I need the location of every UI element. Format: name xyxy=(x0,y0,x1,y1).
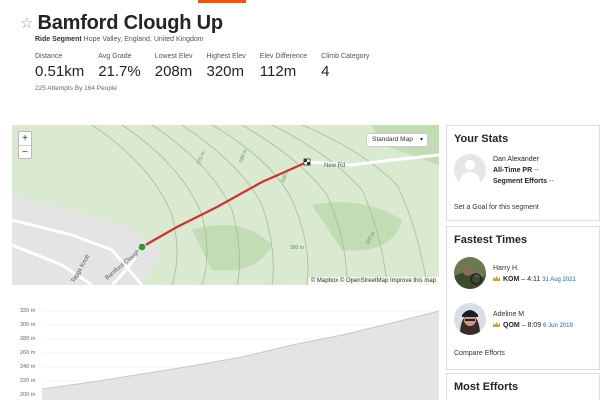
stat-highest-elev: Highest Elev 320m xyxy=(207,53,246,80)
map-canvas: New Rd Bamford Clough Taggs Knoll 270 m … xyxy=(12,125,439,285)
stat-value: 320m xyxy=(206,63,245,80)
map-attribution[interactable]: © Mapbox © OpenStreetMap Improve this ma… xyxy=(307,277,439,285)
pr-line: All-Time PR -- xyxy=(493,167,539,174)
elevation-tick-label: 280 m xyxy=(20,336,36,342)
stat-label: Distance xyxy=(35,53,63,60)
stat-label: Elev Difference xyxy=(259,53,308,60)
segment-stats: Distance 0.51km Avg Grade 21.7% Lowest E… xyxy=(35,53,383,80)
segment-map[interactable]: New Rd Bamford Clough Taggs Knoll 270 m … xyxy=(12,125,439,285)
fastest-times-title: Fastest Times xyxy=(454,234,528,246)
elevation-tick-label: 220 m xyxy=(20,378,36,384)
leader-name[interactable]: Harry H. xyxy=(493,265,519,272)
leader-time[interactable]: 4:11 xyxy=(527,276,540,283)
segment-type: Ride Segment xyxy=(35,36,82,43)
stat-label: Highest Elev xyxy=(206,53,246,60)
stat-value: 21.7% xyxy=(98,63,141,80)
stat-label: Avg Grade xyxy=(98,53,132,60)
efforts-line: Segment Efforts -- xyxy=(493,178,554,185)
contour-label: 300 m xyxy=(290,245,304,251)
crown-icon xyxy=(493,322,500,327)
attempts-count: 225 Attempts By 164 People xyxy=(35,85,118,92)
map-type-select[interactable]: Standard Map ▾ xyxy=(366,133,428,147)
kom-badge: KOM xyxy=(503,276,520,283)
segment-subtitle: Ride Segment Hope Valley, England, Unite… xyxy=(35,36,580,43)
avatar[interactable] xyxy=(454,303,486,335)
leader-result: KOM – 4:11 31 Aug 2021 xyxy=(493,276,576,283)
active-tab-indicator xyxy=(198,0,246,3)
leader-name[interactable]: Adeline M xyxy=(493,311,524,318)
zoom-out-button[interactable]: − xyxy=(19,145,31,158)
athlete-name[interactable]: Dan Alexander xyxy=(493,156,539,163)
pr-value: -- xyxy=(534,167,539,174)
stat-value: 208m xyxy=(154,63,193,80)
leader-result: QOM – 8:09 6 Jun 2019 xyxy=(493,322,573,329)
qom-badge: QOM xyxy=(503,322,520,329)
most-efforts-card: Most Efforts xyxy=(446,373,600,400)
elevation-chart xyxy=(12,290,439,400)
avatar[interactable] xyxy=(454,154,486,186)
road-label-new-rd: New Rd xyxy=(324,163,345,169)
fastest-times-card: Fastest Times Harry H. KOM – 4:11 31 Aug… xyxy=(446,226,600,370)
pr-label: All-Time PR xyxy=(493,167,533,174)
chevron-down-icon: ▾ xyxy=(419,137,423,143)
stat-avg-grade: Avg Grade 21.7% xyxy=(98,53,141,80)
elevation-tick-label: 300 m xyxy=(20,322,36,328)
stat-label: Climb Category xyxy=(321,53,370,60)
stat-value: 4 xyxy=(321,63,330,80)
star-icon[interactable]: ☆ xyxy=(20,16,33,31)
your-stats-title: Your Stats xyxy=(454,133,509,145)
elevation-tick-label: 240 m xyxy=(20,364,36,370)
segment-header: ☆ Bamford Clough Up Ride Segment Hope Va… xyxy=(20,12,580,43)
stat-climb-category: Climb Category 4 xyxy=(321,53,369,80)
efforts-value: -- xyxy=(549,178,554,185)
elevation-tick-label: 320 m xyxy=(20,308,36,314)
map-zoom-controls: + − xyxy=(18,131,32,159)
elevation-tick-label: 260 m xyxy=(20,350,36,356)
stat-value: 0.51km xyxy=(35,63,85,80)
leader-date[interactable]: 31 Aug 2021 xyxy=(542,277,576,283)
stat-distance: Distance 0.51km xyxy=(35,53,84,80)
page-title: Bamford Clough Up xyxy=(37,12,223,34)
your-stats-card: Your Stats Dan Alexander All-Time PR -- … xyxy=(446,125,600,221)
map-type-label: Standard Map xyxy=(372,136,413,143)
leader-time[interactable]: 8:09 xyxy=(528,322,542,329)
zoom-in-button[interactable]: + xyxy=(19,132,31,145)
efforts-label: Segment Efforts xyxy=(493,178,548,185)
avatar[interactable] xyxy=(454,257,486,289)
compare-efforts-link[interactable]: Compare Efforts xyxy=(454,350,505,357)
segment-location: Hope Valley, England, United Kingdom xyxy=(83,36,204,43)
most-efforts-title: Most Efforts xyxy=(454,381,519,393)
stat-value: 112m xyxy=(259,63,297,80)
elevation-tick-label: 200 m xyxy=(20,392,36,398)
stat-label: Lowest Elev xyxy=(154,53,193,60)
leader-date[interactable]: 6 Jun 2019 xyxy=(543,323,573,329)
elevation-profile: 320 m 300 m 280 m 260 m 240 m 220 m 200 … xyxy=(12,290,439,400)
start-marker xyxy=(137,242,147,252)
stat-lowest-elev: Lowest Elev 208m xyxy=(155,53,193,80)
crown-icon xyxy=(493,276,500,281)
stat-elev-difference: Elev Difference 112m xyxy=(260,53,307,80)
set-goal-link[interactable]: Set a Goal for this segment xyxy=(454,204,539,211)
